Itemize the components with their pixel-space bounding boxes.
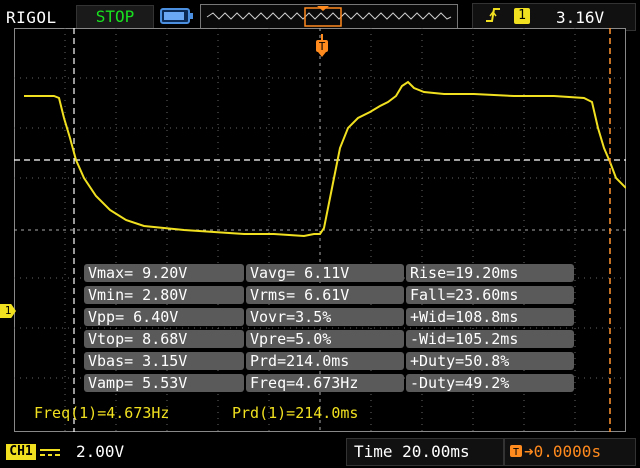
meas-vpre: Vpre=5.0% bbox=[246, 330, 404, 348]
meas-neg-duty: -Duty=49.2% bbox=[406, 374, 574, 392]
trigger-marker-label: T bbox=[319, 40, 326, 53]
meas-period: Prd=214.0ms bbox=[246, 352, 404, 370]
meas-freq: Freq=4.673Hz bbox=[246, 374, 404, 392]
measurement-panel: Vmax= 9.20V Vavg= 6.11V Rise=19.20ms Vmi… bbox=[84, 264, 574, 396]
trigger-offset-icon: T bbox=[510, 445, 522, 458]
timebase-value: Time 20.00ms bbox=[354, 442, 470, 461]
memory-waveform-thumbnail bbox=[206, 6, 452, 27]
trigger-position-marker[interactable]: T bbox=[314, 34, 330, 58]
meas-vamp: Vamp= 5.53V bbox=[84, 374, 244, 392]
trigger-position-value: T ➜0.0000s bbox=[510, 442, 601, 461]
trigger-source-badge: 1 bbox=[514, 8, 530, 24]
meas-pos-duty: +Duty=50.8% bbox=[406, 352, 574, 370]
meas-vpp: Vpp= 6.40V bbox=[84, 308, 244, 326]
meas-vbas: Vbas= 3.15V bbox=[84, 352, 244, 370]
meas-pos-width: +Wid=108.8ms bbox=[406, 308, 574, 326]
cursor-freq-readout: Freq(1)=4.673Hz bbox=[34, 404, 170, 422]
run-stop-status[interactable]: STOP bbox=[76, 5, 154, 29]
meas-vmin: Vmin= 2.80V bbox=[84, 286, 244, 304]
meas-vrms: Vrms= 6.61V bbox=[246, 286, 404, 304]
trigger-level-value: 3.16V bbox=[556, 8, 605, 27]
rising-edge-icon bbox=[484, 6, 502, 29]
meas-fall: Fall=23.60ms bbox=[406, 286, 574, 304]
meas-vovr: Vovr=3.5% bbox=[246, 308, 404, 326]
meas-rise: Rise=19.20ms bbox=[406, 264, 574, 282]
trigger-offset-icon-label: T bbox=[513, 447, 519, 458]
meas-vavg: Vavg= 6.11V bbox=[246, 264, 404, 282]
meas-vtop: Vtop= 8.68V bbox=[84, 330, 244, 348]
ch1-volts-per-div[interactable]: 2.00V bbox=[76, 442, 124, 461]
dc-coupling-icon bbox=[40, 449, 60, 456]
meas-vmax: Vmax= 9.20V bbox=[84, 264, 244, 282]
ch1-label[interactable]: CH1 bbox=[6, 444, 36, 460]
trigger-offset-text: 0.0000s bbox=[533, 442, 602, 461]
cursor-period-readout: Prd(1)=214.0ms bbox=[232, 404, 359, 422]
battery-icon bbox=[160, 8, 193, 24]
meas-neg-width: -Wid=105.2ms bbox=[406, 330, 574, 348]
trigger-offset-arrow: ➜ bbox=[524, 442, 534, 461]
brand-logo: RIGOL bbox=[6, 8, 57, 27]
memory-depth-indicator[interactable] bbox=[200, 4, 458, 30]
